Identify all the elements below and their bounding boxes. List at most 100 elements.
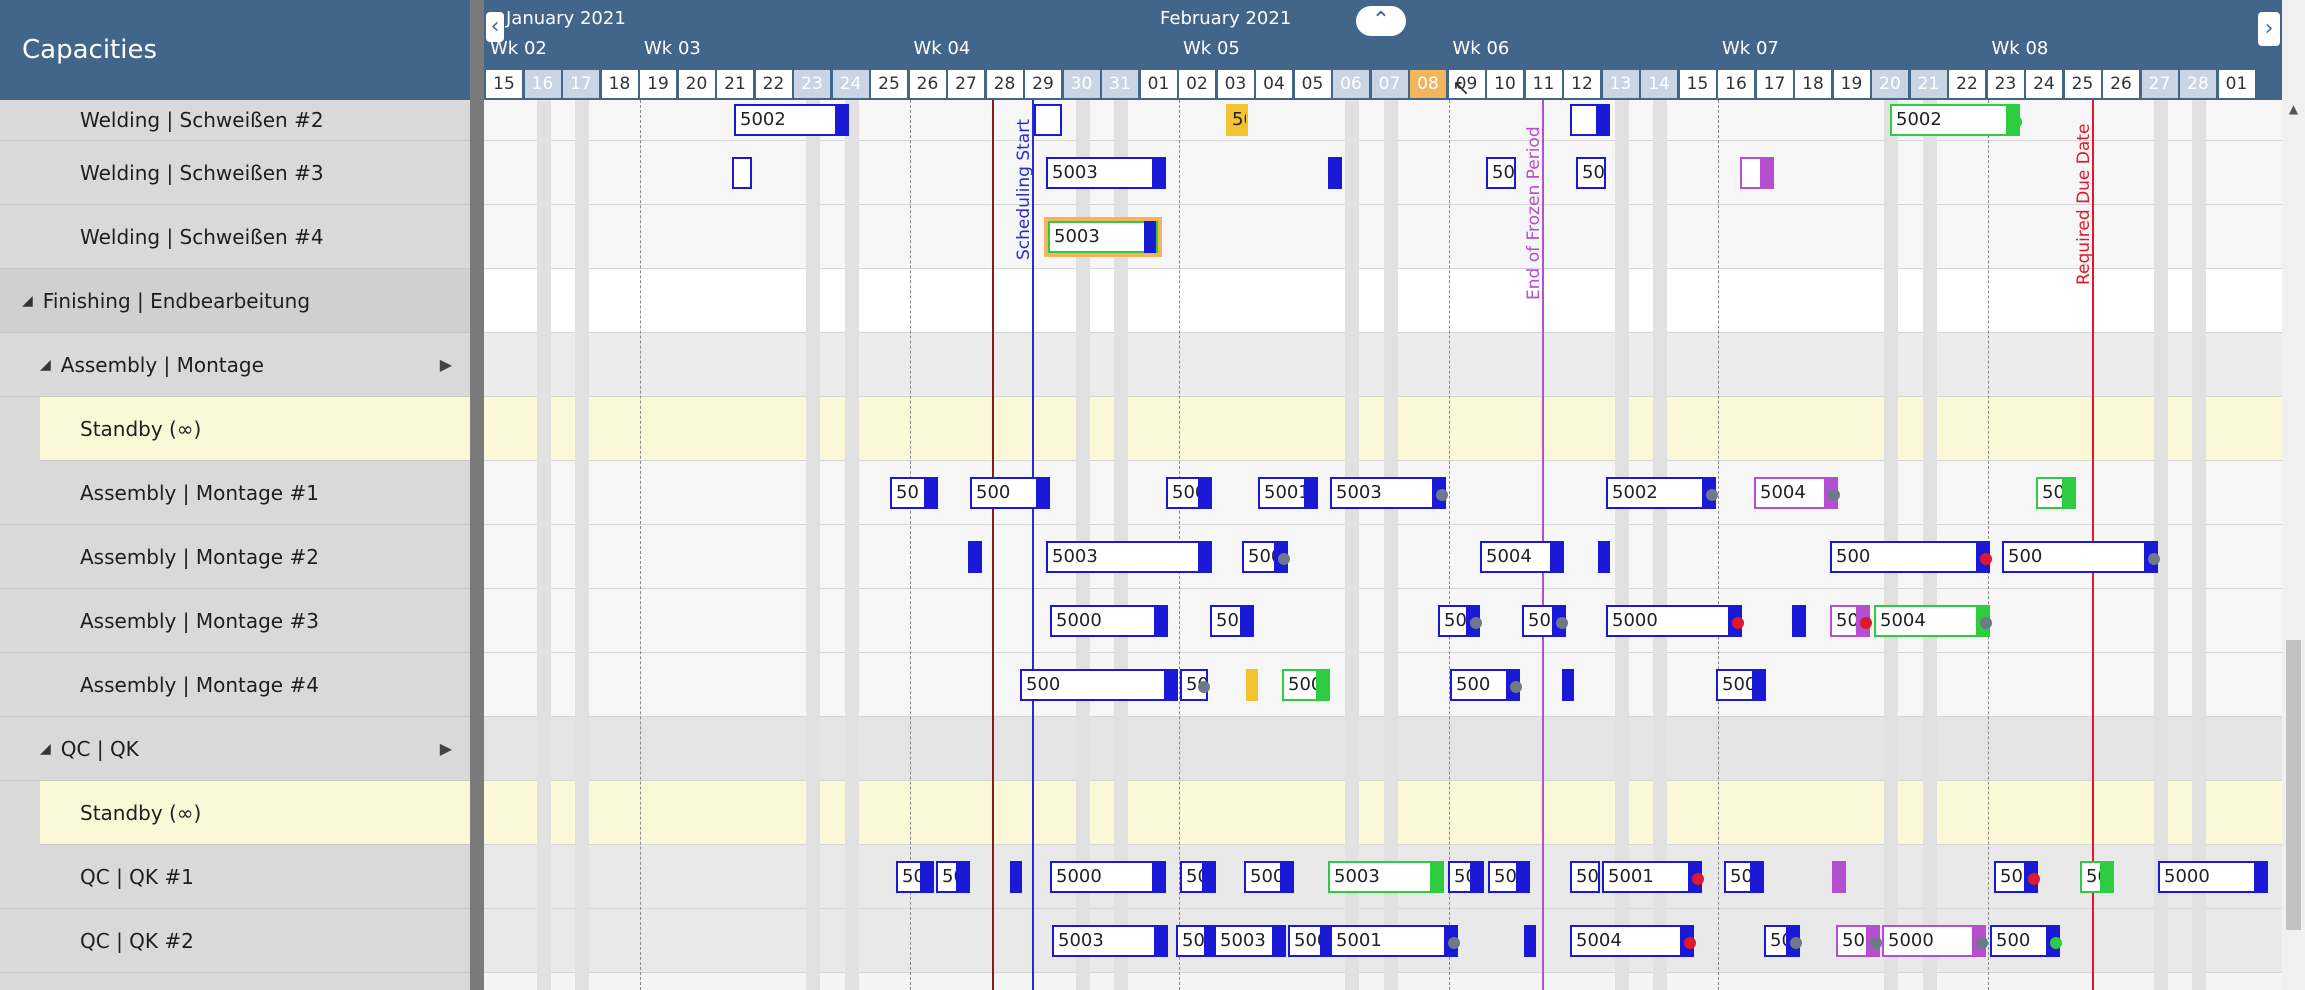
allocation-bar[interactable]: 5001 bbox=[1602, 861, 1702, 893]
day-header[interactable]: 23 bbox=[794, 70, 831, 98]
chevron-left-icon[interactable]: ‹ bbox=[486, 12, 504, 42]
allocation-bar[interactable] bbox=[732, 157, 752, 189]
allocation-bar[interactable] bbox=[1792, 605, 1806, 637]
scrollbar-thumb[interactable] bbox=[2286, 640, 2301, 930]
allocation-bar[interactable]: 5003 bbox=[1048, 221, 1158, 253]
day-header[interactable]: 29 bbox=[1025, 70, 1062, 98]
panel-splitter[interactable] bbox=[470, 0, 484, 990]
day-header[interactable]: 25 bbox=[871, 70, 908, 98]
day-header[interactable]: 22 bbox=[1949, 70, 1986, 98]
day-header[interactable]: 17 bbox=[1756, 70, 1794, 98]
allocation-bar[interactable] bbox=[1524, 925, 1536, 957]
allocation-bar[interactable] bbox=[1034, 104, 1062, 136]
allocation-bar[interactable]: 5004 bbox=[1570, 925, 1694, 957]
row-assembly-2[interactable]: Assembly | Montage #2 bbox=[0, 525, 470, 589]
row-welding-2[interactable]: Welding | Schweißen #2 bbox=[0, 100, 470, 141]
day-header[interactable]: 19 bbox=[1833, 70, 1871, 98]
day-header[interactable]: 01 bbox=[1140, 70, 1178, 98]
day-header[interactable]: 14 bbox=[1641, 70, 1678, 98]
row-standby-assembly[interactable]: Standby (∞) bbox=[40, 397, 470, 461]
chevron-up-icon[interactable]: ⌃ bbox=[1356, 6, 1406, 36]
allocation-bar[interactable] bbox=[1832, 861, 1846, 893]
allocation-bar[interactable]: 5002 bbox=[1606, 477, 1716, 509]
day-header[interactable]: 30 bbox=[1063, 70, 1101, 98]
day-header[interactable]: 07 bbox=[1371, 70, 1409, 98]
scroll-up-icon[interactable]: ▲ bbox=[2286, 102, 2301, 120]
day-header[interactable]: 28 bbox=[2180, 70, 2217, 98]
day-header[interactable]: 27 bbox=[2141, 70, 2179, 98]
allocation-bar[interactable]: 5003 bbox=[1046, 157, 1166, 189]
allocation-bar[interactable]: 5000 bbox=[2158, 861, 2268, 893]
allocation-bar[interactable]: 500 bbox=[1570, 861, 1600, 893]
day-header[interactable]: 19 bbox=[640, 70, 677, 98]
allocation-bar[interactable]: 5004 bbox=[1874, 605, 1990, 637]
allocation-bar[interactable]: 5000 bbox=[1882, 925, 1986, 957]
allocation-bar[interactable]: 5001 bbox=[1330, 925, 1458, 957]
allocation-bar[interactable]: 500 bbox=[1830, 541, 1990, 573]
day-header[interactable]: 23 bbox=[1987, 70, 2025, 98]
day-header[interactable]: 17 bbox=[563, 70, 600, 98]
subgroup-assembly[interactable]: ◢ Assembly | Montage ▶ bbox=[0, 333, 470, 397]
day-header[interactable]: 20 bbox=[1872, 70, 1909, 98]
day-header[interactable]: 16 bbox=[1718, 70, 1755, 98]
row-welding-4[interactable]: Welding | Schweißen #4 bbox=[0, 205, 470, 269]
allocation-bar[interactable]: 50 bbox=[1226, 104, 1248, 136]
allocation-bar[interactable] bbox=[968, 541, 982, 573]
caret-right-icon[interactable]: ▶ bbox=[440, 739, 452, 758]
day-header[interactable]: 08 bbox=[1410, 70, 1447, 98]
day-header[interactable]: 26 bbox=[909, 70, 947, 98]
day-header[interactable]: 02 bbox=[1179, 70, 1216, 98]
group-finishing[interactable]: ◢ Finishing | Endbearbeitung bbox=[0, 269, 470, 333]
allocation-bar[interactable]: 5003 bbox=[1052, 925, 1168, 957]
day-header[interactable]: 24 bbox=[832, 70, 870, 98]
day-header[interactable]: 13 bbox=[1602, 70, 1640, 98]
day-header[interactable]: 18 bbox=[1795, 70, 1832, 98]
triangle-expand-icon[interactable]: ◢ bbox=[40, 357, 51, 373]
row-qc-2[interactable]: QC | QK #2 bbox=[0, 909, 470, 973]
allocation-bar[interactable]: 5002 bbox=[1890, 104, 2020, 136]
day-header[interactable]: 31 bbox=[1102, 70, 1139, 98]
allocation-bar[interactable] bbox=[1562, 669, 1574, 701]
day-header[interactable]: 03 bbox=[1217, 70, 1255, 98]
day-header[interactable]: 22 bbox=[755, 70, 793, 98]
allocation-bar[interactable]: 50 bbox=[1576, 157, 1606, 189]
gantt-timeline[interactable]: January 2021 February 2021 Wk 02 Wk 03 Wk … bbox=[484, 0, 2282, 990]
caret-right-icon[interactable]: ▶ bbox=[440, 355, 452, 374]
day-header[interactable]: 24 bbox=[2026, 70, 2063, 98]
day-header[interactable]: 15 bbox=[486, 70, 523, 98]
allocation-bar[interactable]: 5003 bbox=[1046, 541, 1212, 573]
day-header[interactable]: 10 bbox=[1487, 70, 1524, 98]
row-assembly-4[interactable]: Assembly | Montage #4 bbox=[0, 653, 470, 717]
day-header[interactable]: 21 bbox=[1910, 70, 1948, 98]
allocation-bar[interactable] bbox=[1598, 541, 1610, 573]
day-header[interactable]: 11 bbox=[1525, 70, 1563, 98]
day-header[interactable]: 06 bbox=[1333, 70, 1370, 98]
allocation-bar[interactable]: 500 bbox=[2002, 541, 2158, 573]
day-header[interactable]: 01 bbox=[2218, 70, 2256, 98]
day-header[interactable]: 26 bbox=[2103, 70, 2140, 98]
allocation-bar[interactable] bbox=[1010, 861, 1022, 893]
day-header[interactable]: 27 bbox=[948, 70, 985, 98]
chevron-right-icon[interactable]: › bbox=[2258, 12, 2280, 46]
day-header[interactable]: 20 bbox=[678, 70, 716, 98]
day-header[interactable]: 18 bbox=[601, 70, 639, 98]
allocation-bar[interactable] bbox=[1246, 669, 1258, 701]
day-header[interactable]: 25 bbox=[2064, 70, 2102, 98]
day-header[interactable]: 05 bbox=[1294, 70, 1332, 98]
triangle-expand-icon[interactable]: ◢ bbox=[22, 293, 33, 309]
allocation-bar[interactable]: 5000 bbox=[1050, 861, 1166, 893]
row-standby-qc[interactable]: Standby (∞) bbox=[40, 781, 470, 845]
day-header[interactable]: 15 bbox=[1679, 70, 1717, 98]
allocation-bar[interactable]: 5000 bbox=[1050, 605, 1168, 637]
row-welding-3[interactable]: Welding | Schweißen #3 bbox=[0, 141, 470, 205]
allocation-bar[interactable]: 5003 bbox=[1330, 477, 1446, 509]
row-assembly-3[interactable]: Assembly | Montage #3 bbox=[0, 589, 470, 653]
allocation-bar[interactable]: 50 bbox=[1486, 157, 1516, 189]
row-assembly-1[interactable]: Assembly | Montage #1 bbox=[0, 461, 470, 525]
triangle-expand-icon[interactable]: ◢ bbox=[40, 741, 51, 757]
allocation-bar[interactable]: 5002 bbox=[734, 104, 849, 136]
day-header[interactable]: 04 bbox=[1256, 70, 1293, 98]
row-qc-1[interactable]: QC | QK #1 bbox=[0, 845, 470, 909]
allocation-bar[interactable]: 5003 bbox=[1328, 861, 1444, 893]
day-header[interactable]: 21 bbox=[717, 70, 754, 98]
